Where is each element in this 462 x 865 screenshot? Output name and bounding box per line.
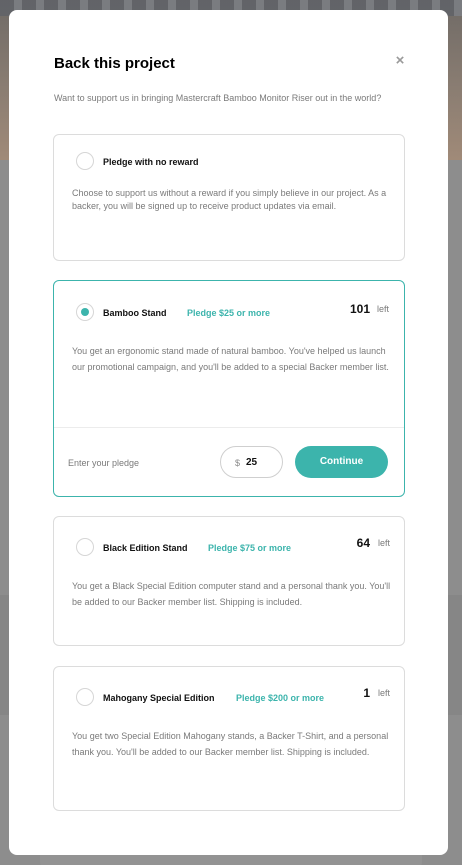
reward-description: Choose to support us without a reward if…	[72, 188, 387, 211]
reward-card-bamboo-stand[interactable]: Bamboo Stand Pledge $25 or more 101 left…	[53, 280, 405, 497]
reward-left-count: 101	[349, 302, 370, 316]
reward-name: Mahogany Special Edition	[103, 693, 215, 703]
continue-button[interactable]: Continue	[295, 446, 388, 478]
reward-radio[interactable]	[76, 152, 94, 170]
reward-left-label: left	[377, 304, 390, 314]
reward-name: Bamboo Stand	[103, 308, 167, 318]
reward-radio[interactable]	[76, 538, 94, 556]
reward-left-count: 64	[356, 536, 370, 550]
reward-left-label: left	[378, 688, 391, 698]
reward-description: You get two Special Edition Mahogany sta…	[72, 731, 389, 757]
close-icon[interactable]: ×	[392, 53, 408, 69]
back-project-modal: Back this project × Want to support us i…	[9, 10, 448, 855]
pledge-entry-row: Enter your pledge $ 25 Continue	[54, 427, 404, 495]
reward-name: Black Edition Stand	[103, 543, 188, 553]
reward-radio-selected[interactable]	[76, 303, 94, 321]
reward-pledge-minimum: Pledge $25 or more	[187, 308, 271, 318]
pledge-input-label: Enter your pledge	[68, 458, 140, 468]
reward-card-mahogany[interactable]: Mahogany Special Edition Pledge $200 or …	[53, 666, 405, 811]
pledge-amount-input[interactable]: $ 25	[220, 446, 283, 478]
reward-description: You get a Black Special Edition computer…	[72, 581, 391, 607]
currency-symbol: $	[235, 458, 241, 468]
modal-title: Back this project	[54, 55, 175, 72]
reward-pledge-minimum: Pledge $75 or more	[208, 543, 292, 553]
reward-left-count: 1	[363, 686, 370, 700]
reward-radio[interactable]	[76, 688, 94, 706]
reward-card-no-reward[interactable]: Pledge with no reward Choose to support …	[53, 134, 405, 261]
reward-left-label: left	[378, 538, 391, 548]
modal-intro: Want to support us in bringing Mastercra…	[54, 93, 382, 103]
pledge-amount-value: 25	[246, 457, 258, 468]
reward-description: You get an ergonomic stand made of natur…	[72, 346, 389, 372]
reward-card-black-edition[interactable]: Black Edition Stand Pledge $75 or more 6…	[53, 516, 405, 646]
reward-name: Pledge with no reward	[103, 157, 199, 167]
reward-pledge-minimum: Pledge $200 or more	[236, 693, 325, 703]
